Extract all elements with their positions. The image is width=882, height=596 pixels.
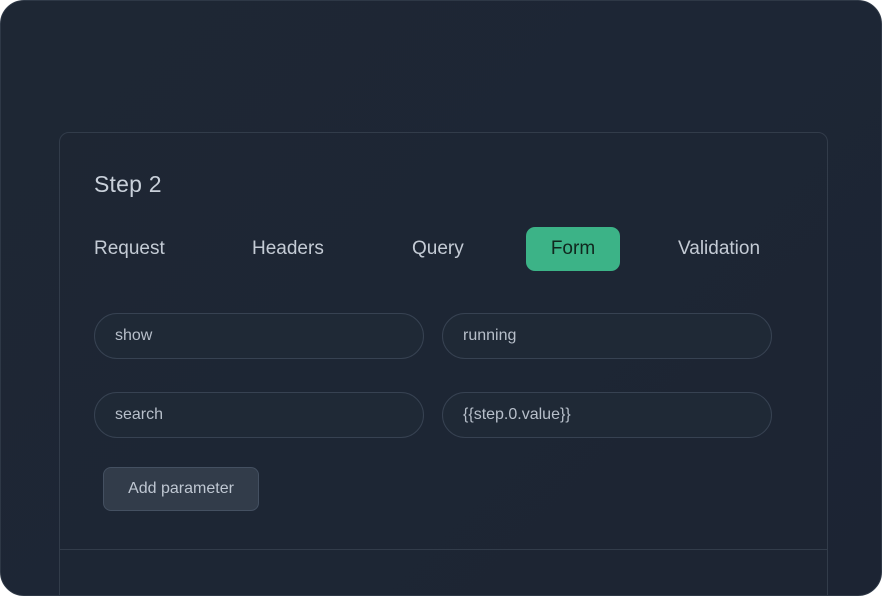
param-key-field[interactable]: show — [94, 313, 424, 359]
tab-form[interactable]: Form — [526, 227, 620, 271]
section-divider — [60, 549, 827, 550]
step-card: Step 2 Request Headers Query Form Valida… — [59, 132, 828, 595]
tab-headers[interactable]: Headers — [252, 227, 324, 271]
param-key-field[interactable]: search — [94, 392, 424, 438]
tab-query[interactable]: Query — [412, 227, 464, 271]
step-title: Step 2 — [94, 171, 162, 197]
tab-request[interactable]: Request — [94, 227, 165, 271]
param-value-field[interactable]: {{step.0.value}} — [442, 392, 772, 438]
param-value-field[interactable]: running — [442, 313, 772, 359]
add-parameter-button[interactable]: Add parameter — [103, 467, 259, 511]
app-window: Step 2 Request Headers Query Form Valida… — [0, 0, 882, 596]
tab-validation[interactable]: Validation — [678, 227, 760, 271]
